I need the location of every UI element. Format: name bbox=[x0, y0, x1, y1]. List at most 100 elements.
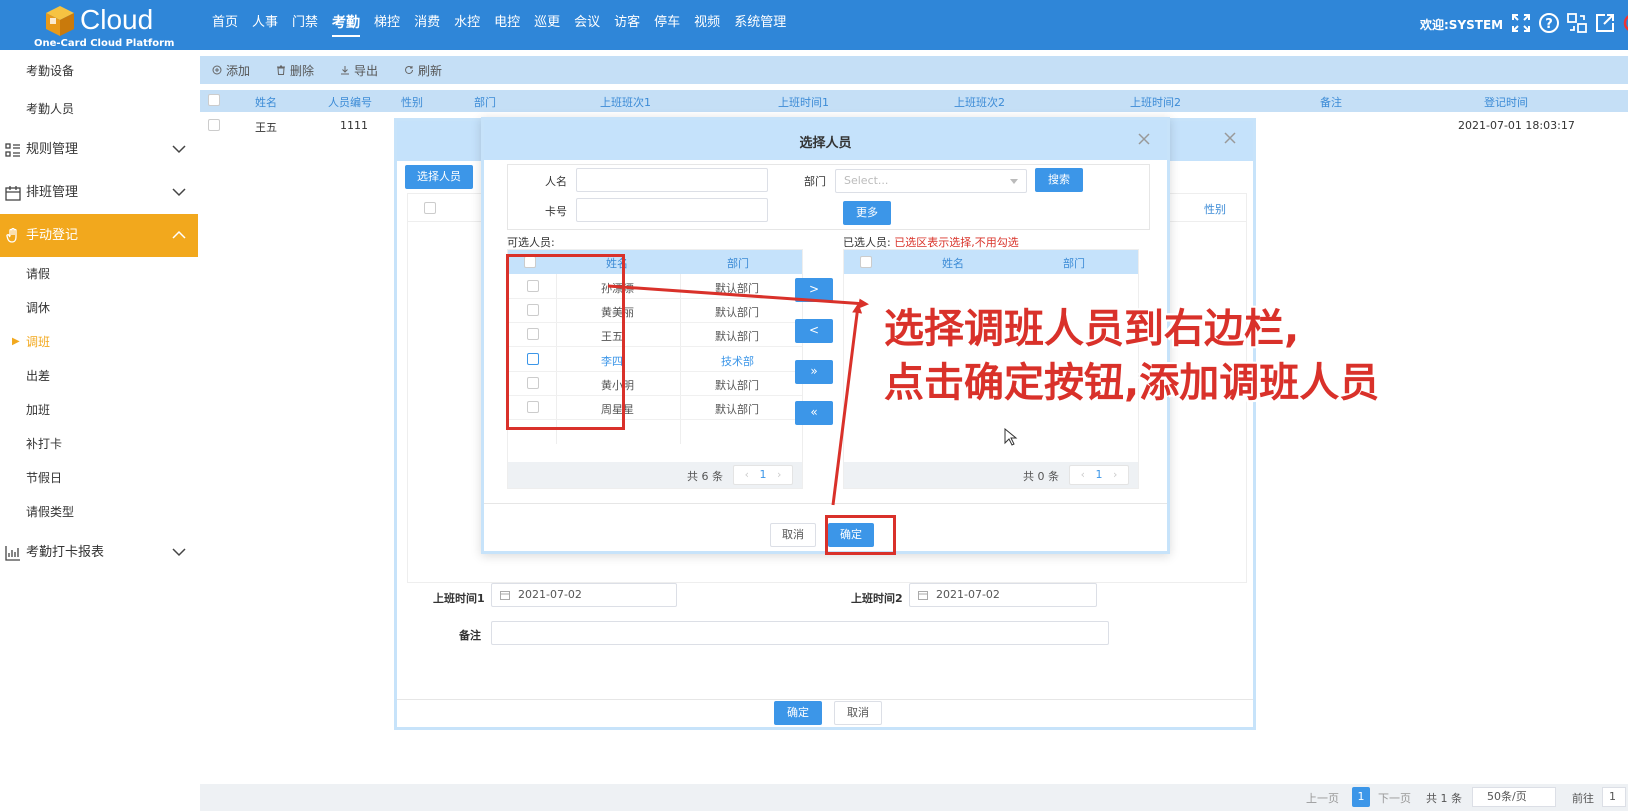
sidebar-item-manual-1[interactable]: 调休 bbox=[0, 291, 198, 325]
nav-item-1[interactable]: 人事 bbox=[245, 0, 285, 50]
delete-button[interactable]: 删除 bbox=[276, 62, 314, 79]
nav-item-7[interactable]: 电控 bbox=[487, 0, 527, 50]
move-right-button[interactable]: > bbox=[795, 278, 833, 302]
selected-select-all-checkbox[interactable] bbox=[860, 256, 872, 271]
row-name: 王五 bbox=[255, 121, 277, 134]
sidebar-group-manual-register[interactable]: 手动登记 bbox=[0, 214, 198, 257]
nav-item-10[interactable]: 访客 bbox=[607, 0, 647, 50]
available-total: 共 6 条 bbox=[687, 470, 723, 483]
col-time2[interactable]: 上班时间2 bbox=[1130, 94, 1181, 110]
col-dept[interactable]: 部门 bbox=[474, 94, 496, 110]
nav-item-11[interactable]: 停车 bbox=[647, 0, 687, 50]
prev-page-button[interactable]: 上一页 bbox=[1306, 790, 1339, 806]
nav-item-2[interactable]: 门禁 bbox=[285, 0, 325, 50]
help-icon[interactable]: ? bbox=[1538, 12, 1560, 34]
calendar-icon bbox=[918, 591, 928, 600]
col-id[interactable]: 人员编号 bbox=[328, 94, 372, 110]
name-label: 人名 bbox=[545, 175, 567, 188]
card-input[interactable] bbox=[576, 198, 768, 222]
row-register-time: 2021-07-01 18:03:17 bbox=[1458, 119, 1575, 132]
col-name[interactable]: 姓名 bbox=[255, 94, 277, 110]
switch-icon[interactable] bbox=[1566, 12, 1588, 34]
pager-total: 共 1 条 bbox=[1426, 792, 1462, 805]
staff-select-all-checkbox[interactable] bbox=[424, 202, 436, 217]
nav-item-4[interactable]: 梯控 bbox=[367, 0, 407, 50]
sidebar-group-rules[interactable]: 规则管理 bbox=[0, 128, 198, 171]
sidebar-item-manual-0[interactable]: 请假 bbox=[0, 257, 198, 291]
logo[interactable]: Cloud One-Card Cloud Platform bbox=[30, 2, 200, 49]
row-dept: 默认部门 bbox=[715, 378, 759, 392]
annotation-line-1: 选择调班人员到右边栏, bbox=[884, 306, 1300, 352]
outer-cancel-button[interactable]: 取消 bbox=[834, 701, 882, 725]
nav-item-6[interactable]: 水控 bbox=[447, 0, 487, 50]
next-page-button[interactable]: 下一页 bbox=[1378, 790, 1411, 806]
calendar-icon bbox=[5, 186, 21, 201]
goto-input[interactable]: 1 bbox=[1602, 787, 1626, 807]
close-icon[interactable] bbox=[1223, 131, 1237, 145]
sidebar-item-manual-3[interactable]: 出差 bbox=[0, 359, 198, 393]
outer-confirm-button[interactable]: 确定 bbox=[774, 701, 822, 725]
sidebar-item-manual-2[interactable]: ▶ 调班 bbox=[0, 325, 198, 359]
row-checkbox[interactable] bbox=[208, 119, 220, 134]
select-staff-button[interactable]: 选择人员 bbox=[405, 165, 473, 189]
nav-item-3[interactable]: 考勤 bbox=[325, 0, 367, 50]
external-link-icon[interactable] bbox=[1594, 12, 1616, 34]
col-note[interactable]: 备注 bbox=[1320, 94, 1342, 110]
move-all-right-button[interactable]: » bbox=[795, 360, 833, 384]
sidebar-item-attendance-staff[interactable]: 考勤人员 bbox=[0, 92, 198, 126]
inner-cancel-button[interactable]: 取消 bbox=[770, 523, 816, 547]
sidebar-item-manual-4[interactable]: 加班 bbox=[0, 393, 198, 427]
chevron-up-icon bbox=[172, 230, 186, 239]
col-shift2[interactable]: 上班班次2 bbox=[954, 94, 1005, 110]
nav-item-0[interactable]: 首页 bbox=[205, 0, 245, 50]
note-input[interactable] bbox=[491, 621, 1109, 645]
dept-select[interactable]: Select... bbox=[835, 169, 1027, 193]
chevron-down-icon bbox=[172, 548, 186, 557]
top-bar: Cloud One-Card Cloud Platform 首页 人事 门禁 考勤 梯控… bbox=[0, 0, 1628, 50]
time1-input[interactable]: 2021-07-02 bbox=[491, 583, 677, 607]
nav-item-8[interactable]: 巡更 bbox=[527, 0, 567, 50]
power-icon[interactable] bbox=[1622, 12, 1628, 34]
add-button[interactable]: 添加 bbox=[212, 62, 250, 79]
hand-icon bbox=[6, 228, 17, 243]
move-left-button[interactable]: < bbox=[795, 319, 833, 343]
row-id: 1111 bbox=[340, 119, 368, 132]
selected-pager[interactable]: ‹ 1 › bbox=[1069, 465, 1129, 485]
available-pager[interactable]: ‹ 1 › bbox=[733, 465, 793, 485]
available-label: 可选人员: bbox=[507, 236, 555, 249]
refresh-button[interactable]: 刷新 bbox=[404, 62, 442, 79]
current-indicator-icon: ▶ bbox=[12, 336, 20, 347]
more-button[interactable]: 更多 bbox=[843, 201, 891, 225]
mouse-cursor-icon bbox=[1004, 428, 1018, 446]
close-icon[interactable] bbox=[1137, 132, 1151, 146]
name-input[interactable] bbox=[576, 168, 768, 192]
move-all-left-button[interactable]: « bbox=[795, 401, 833, 425]
nav-item-9[interactable]: 会议 bbox=[567, 0, 607, 50]
col-gender[interactable]: 性别 bbox=[401, 94, 423, 110]
row-dept: 默认部门 bbox=[715, 282, 759, 295]
chart-icon bbox=[5, 546, 20, 561]
sidebar-item-manual-6[interactable]: 节假日 bbox=[0, 461, 198, 495]
nav-item-5[interactable]: 消费 bbox=[407, 0, 447, 50]
top-icons: ? bbox=[1510, 12, 1628, 34]
sidebar-item-attendance-device[interactable]: 考勤设备 bbox=[0, 54, 198, 88]
page-size-select[interactable]: 50条/页 bbox=[1472, 787, 1556, 807]
nav-item-13[interactable]: 系统管理 bbox=[727, 0, 793, 50]
search-button[interactable]: 搜索 bbox=[1035, 168, 1083, 192]
time2-input[interactable]: 2021-07-02 bbox=[909, 583, 1097, 607]
add-icon bbox=[212, 65, 222, 75]
col-shift1[interactable]: 上班班次1 bbox=[600, 94, 651, 110]
current-page[interactable]: 1 bbox=[1352, 787, 1370, 807]
sidebar-item-manual-5[interactable]: 补打卡 bbox=[0, 427, 198, 461]
sidebar-group-report[interactable]: 考勤打卡报表 bbox=[0, 531, 198, 574]
fullscreen-icon[interactable] bbox=[1510, 12, 1532, 34]
svg-text:?: ? bbox=[1545, 17, 1553, 32]
selected-note: 已选区表示选择,不用勾选 bbox=[894, 236, 1019, 249]
select-all-checkbox[interactable] bbox=[208, 94, 220, 109]
export-button[interactable]: 导出 bbox=[340, 62, 378, 79]
sidebar-group-schedule[interactable]: 排班管理 bbox=[0, 171, 198, 214]
sidebar-item-manual-7[interactable]: 请假类型 bbox=[0, 495, 198, 529]
col-register-time[interactable]: 登记时间 bbox=[1484, 94, 1528, 110]
col-time1[interactable]: 上班时间1 bbox=[778, 94, 829, 110]
nav-item-12[interactable]: 视频 bbox=[687, 0, 727, 50]
